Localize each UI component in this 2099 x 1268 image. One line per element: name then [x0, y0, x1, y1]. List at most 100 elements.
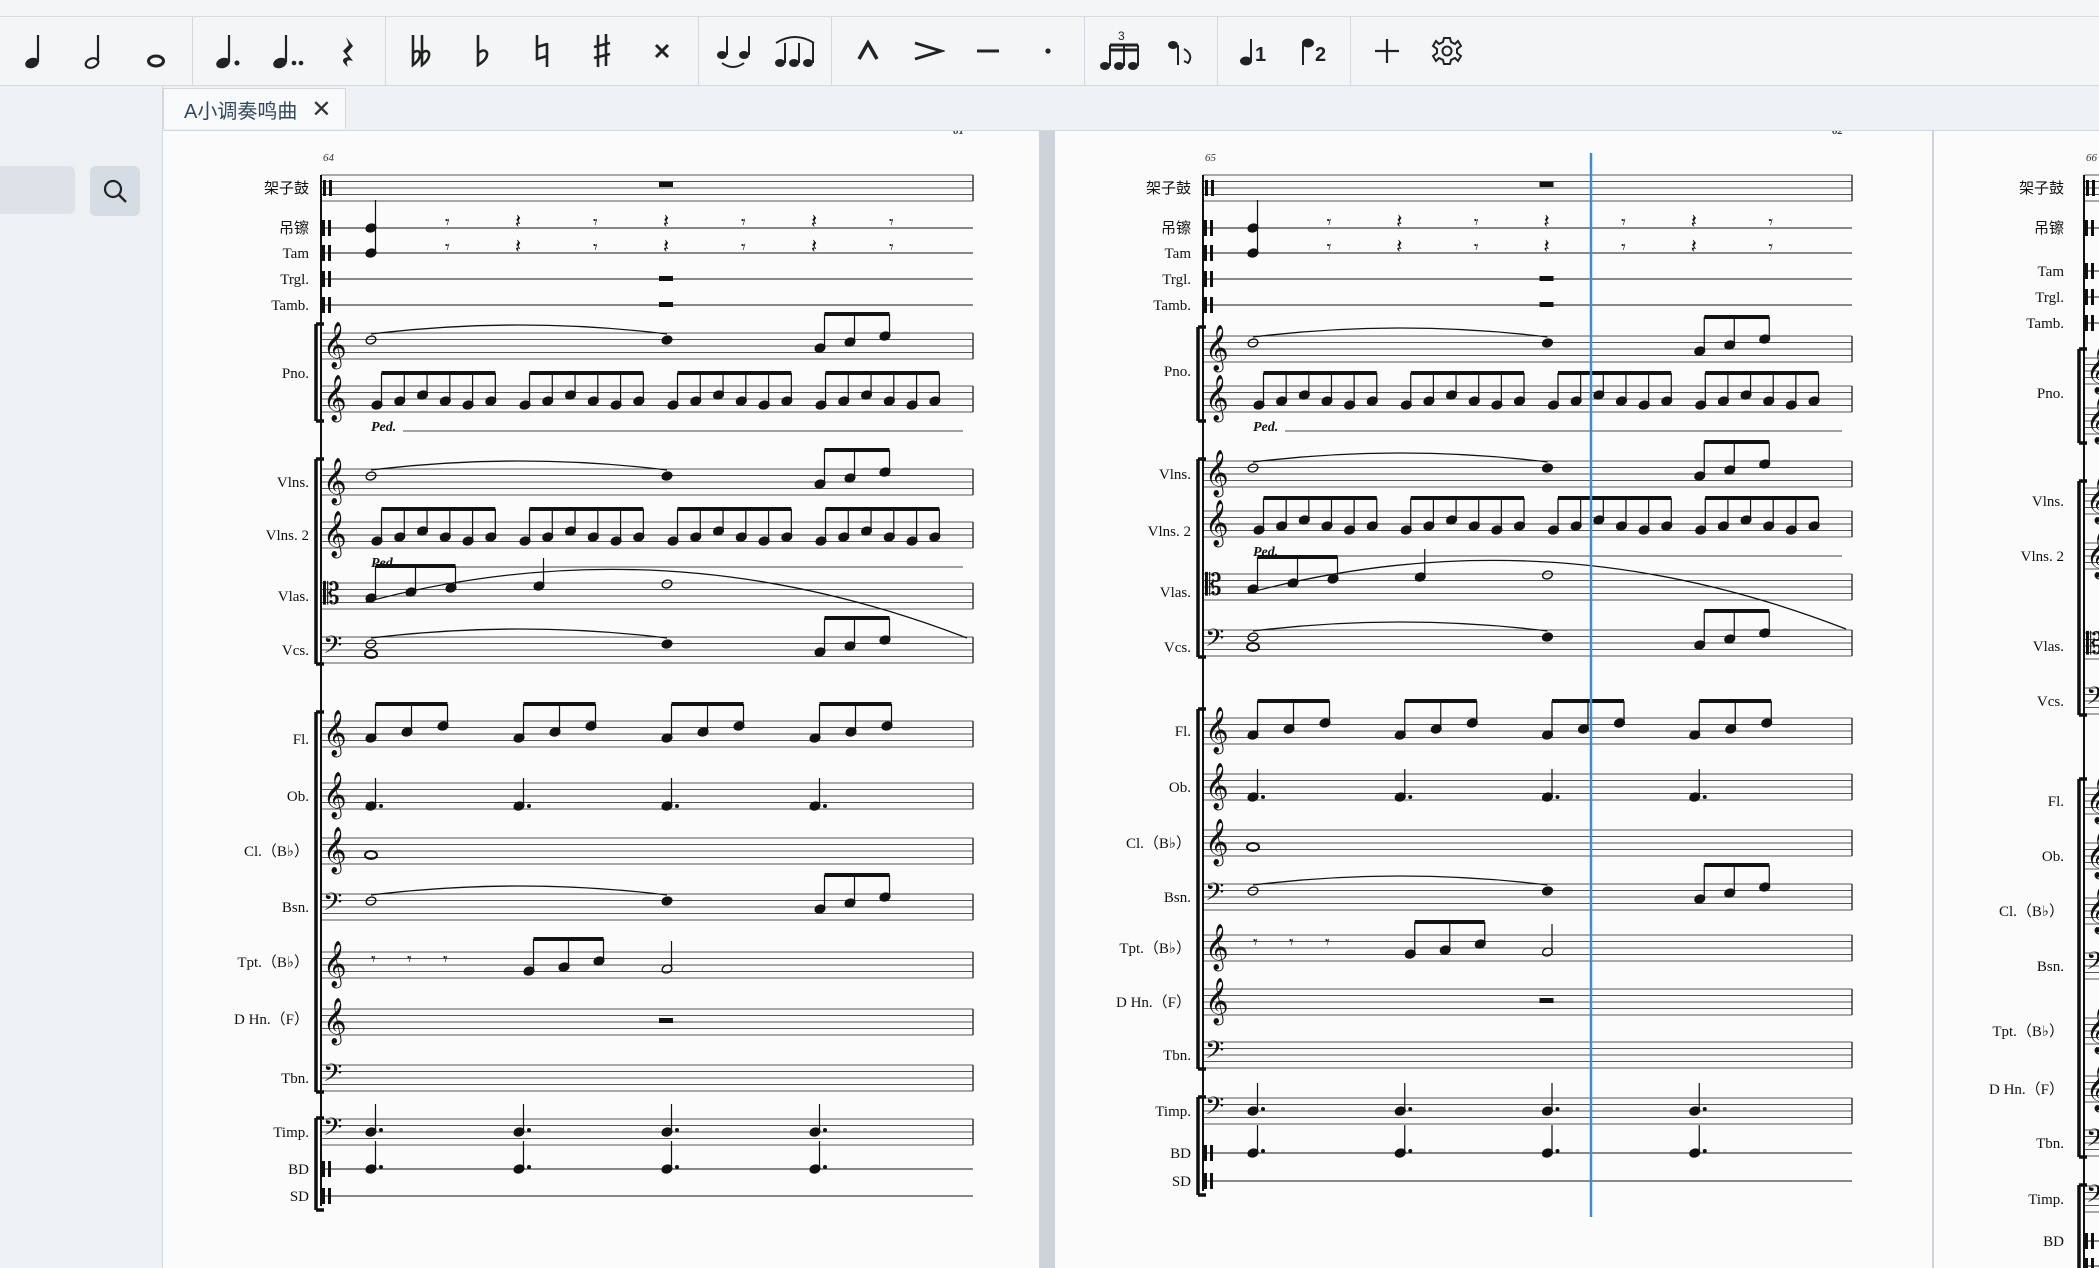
dot	[1555, 1149, 1560, 1153]
rest-icon[interactable]	[319, 23, 379, 79]
staff-name: Tamb.	[2026, 316, 2064, 332]
eighth-rest: 𝄾	[1621, 212, 1626, 233]
flip-direction-icon[interactable]	[1151, 23, 1211, 79]
staff	[2084, 174, 2099, 202]
staff: 𝄞	[2084, 397, 2099, 445]
staff: 𝄞	[321, 941, 974, 989]
search-button[interactable]	[90, 166, 140, 216]
note	[1541, 886, 1554, 896]
note	[1394, 1083, 1406, 1116]
eighth-rest: 𝄾	[371, 949, 376, 970]
double-flat-icon[interactable]	[392, 23, 452, 79]
staff-name: 吊镲	[1161, 220, 1191, 237]
percussion-clef	[322, 1188, 325, 1204]
close-icon[interactable]: ✕	[311, 95, 331, 124]
tuplet-icon[interactable]: 3	[1091, 23, 1151, 79]
note	[661, 896, 673, 906]
whole-rest	[659, 276, 673, 281]
staff-name: Vlns.	[1159, 467, 1191, 483]
staff	[321, 1161, 973, 1177]
svg-text:1: 1	[1255, 44, 1266, 66]
staff-name: Vcs.	[1164, 640, 1191, 656]
staff	[2084, 220, 2099, 236]
marcato-icon[interactable]	[838, 23, 898, 79]
treble-clef: 𝄞	[323, 827, 347, 875]
staff: 𝄢	[2084, 682, 2099, 717]
beamed-group	[1689, 699, 1773, 740]
tab-title: A小调奏鸣曲	[184, 100, 298, 123]
dotted-note-icon[interactable]	[199, 23, 259, 79]
whole-note-icon[interactable]	[126, 23, 186, 79]
add-icon[interactable]	[1357, 23, 1417, 79]
tenuto-icon[interactable]	[958, 23, 1018, 79]
staff-name: Tbn.	[2036, 1136, 2064, 1152]
staff: 𝄢	[321, 1059, 974, 1094]
staff	[2084, 289, 2099, 305]
percussion-clef	[328, 271, 331, 287]
eighth-rest: 𝄾	[741, 212, 746, 233]
document-tab-bar: A小调奏鸣曲 ✕	[163, 86, 2099, 131]
staff: 𝄢	[321, 1113, 974, 1148]
dot	[1702, 1107, 1707, 1111]
staff: 𝄞	[1203, 924, 1853, 972]
tie-icon[interactable]	[705, 23, 765, 79]
quarter-note-icon[interactable]	[6, 23, 66, 79]
natural-icon[interactable]	[512, 23, 572, 79]
beamed-group	[1394, 699, 1478, 740]
voice-1-icon[interactable]: 1	[1224, 23, 1284, 79]
staff-name: 架子鼓	[1146, 180, 1191, 197]
slur-icon[interactable]	[765, 23, 825, 79]
note	[513, 1104, 525, 1137]
staff: 𝄞	[1203, 978, 1853, 1026]
percussion-clef	[322, 271, 325, 287]
staff-name: BD	[288, 1162, 309, 1178]
dot	[527, 1165, 531, 1169]
percussion-clef	[2085, 1233, 2088, 1249]
staff-name: D Hn.（F）	[234, 1011, 309, 1028]
note	[661, 471, 673, 481]
treble-clef: 𝄞	[1205, 450, 1229, 498]
staff-name: Vlns. 2	[1148, 524, 1191, 540]
half-note-icon[interactable]	[66, 23, 126, 79]
measure-number: 66	[2086, 152, 2098, 164]
staff: 𝄡	[2084, 627, 2099, 662]
double-dotted-note-icon[interactable]	[259, 23, 319, 79]
score-canvas[interactable]: 64 61 𝄞 𝄞 𝄞 𝄞 𝄡 𝄢 𝄞 𝄞 𝄞 𝄢 𝄞 𝄞 𝄢 𝄢 架子鼓 吊镲 Tam Trgl. Tamb. Pno.…	[163, 131, 2099, 1268]
eighth-rest: 𝄾	[445, 237, 450, 258]
percussion-clef	[2091, 315, 2094, 331]
percussion-clef	[2091, 289, 2094, 305]
dot	[1261, 795, 1265, 799]
staff	[321, 1188, 973, 1204]
settings-icon[interactable]	[1417, 23, 1477, 79]
dot	[1408, 795, 1413, 799]
staff-name: D Hn.（F）	[1989, 1081, 2064, 1098]
staff	[321, 245, 973, 261]
measure-number: 65	[1205, 152, 1217, 164]
staff	[2084, 263, 2099, 279]
double-sharp-icon[interactable]	[632, 23, 692, 79]
staff-name: Tpt.（B♭）	[1992, 1023, 2064, 1040]
staccato-icon[interactable]	[1018, 23, 1078, 79]
staff	[1203, 220, 1852, 236]
flat-icon[interactable]	[452, 23, 512, 79]
search-input[interactable]	[0, 166, 75, 214]
voice-2-icon[interactable]: 2	[1284, 23, 1344, 79]
percussion-clef	[2091, 263, 2094, 279]
eighth-rest: 𝄾	[1327, 212, 1332, 233]
staff	[321, 297, 973, 313]
beamed-group	[1547, 371, 1673, 410]
rest: 𝄽	[1396, 234, 1402, 258]
accent-icon[interactable]	[898, 23, 958, 79]
tab-score[interactable]: A小调奏鸣曲 ✕	[163, 88, 346, 129]
note	[1689, 1083, 1701, 1116]
staff-name: Fl.	[1175, 724, 1191, 740]
sharp-icon[interactable]	[572, 23, 632, 79]
dot	[379, 1165, 383, 1169]
percussion-clef	[2092, 180, 2095, 196]
pedal-mark: Ped.	[371, 420, 396, 435]
left-panel	[0, 86, 163, 1268]
beamed-group	[1695, 496, 1820, 535]
staff-name: 架子鼓	[264, 180, 309, 197]
eighth-rest: 𝄾	[1325, 932, 1330, 953]
staff: 𝄞	[1203, 375, 1853, 423]
